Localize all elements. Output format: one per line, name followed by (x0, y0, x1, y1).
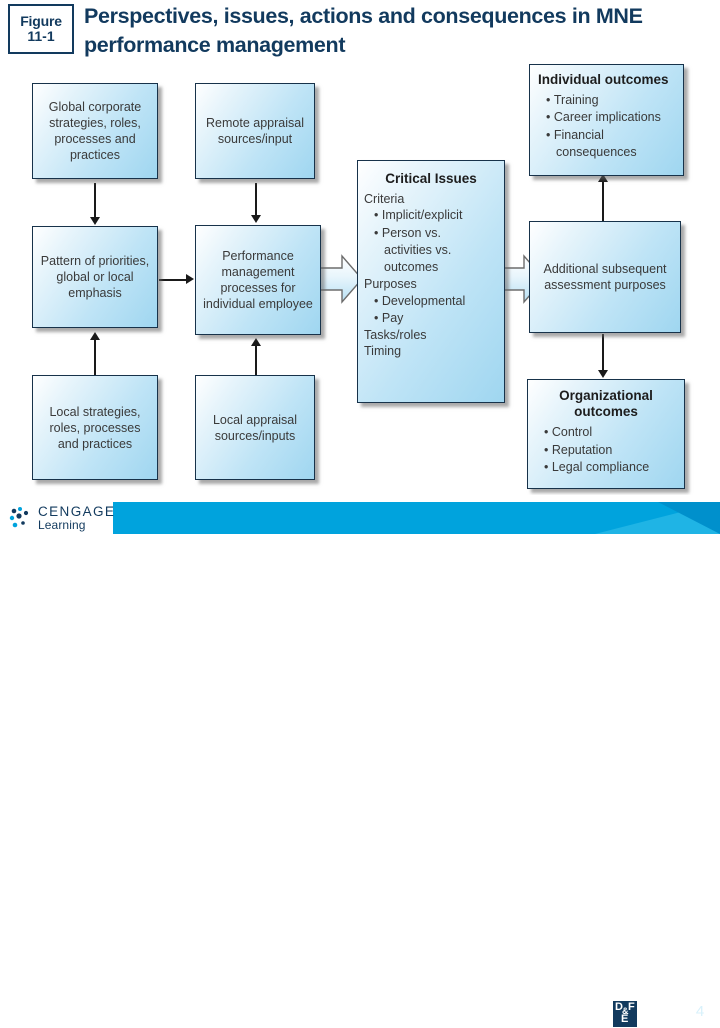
list-item-label: Implicit/explicit (381, 208, 463, 223)
box-local-strategies[interactable]: Local strategies, roles, processes and p… (32, 375, 158, 480)
list-item: • Control (544, 424, 678, 440)
cengage-brand-line2: Learning (38, 518, 86, 533)
box-organizational-outcomes[interactable]: Organizational outcomes • Control • Repu… (527, 379, 685, 489)
footer-triangle-dark (658, 502, 720, 534)
bullet-icon: • (546, 110, 554, 125)
diagram-canvas: Global corporate strategies, roles, proc… (0, 0, 720, 495)
box-local-appraisal-sources[interactable]: Local appraisal sources/inputs (195, 375, 315, 480)
bullet-icon: • (374, 310, 382, 325)
cengage-brand-line1: CENGAGE (38, 504, 116, 519)
box-remote-appraisal-sources[interactable]: Remote appraisal sources/input (195, 83, 315, 179)
list-item-label: Legal compliance (551, 459, 650, 474)
arrowhead-localappraisal-to-performance (251, 338, 261, 346)
critical-issues-purposes-label: Purposes (364, 277, 417, 292)
list-item-label: Reputation (551, 442, 613, 457)
arrowhead-local-to-pattern (90, 332, 100, 340)
organizational-outcomes-heading-line2: outcomes (574, 404, 638, 420)
arrowhead-additional-to-organizational (598, 370, 608, 378)
footer-color-bar (113, 502, 720, 534)
individual-outcomes-list: • Training • Career implications • Finan… (530, 92, 683, 161)
page-footer: CENGAGE Learning D & F E 4 (0, 495, 720, 1028)
box-global-corporate-strategies[interactable]: Global corporate strategies, roles, proc… (32, 83, 158, 179)
box-local-strategies-text: Local strategies, roles, processes and p… (49, 404, 141, 451)
list-item: • Implicit/explicit (374, 207, 498, 223)
critical-issues-criteria-label: Criteria (364, 192, 405, 207)
list-item-label: Financial (553, 127, 604, 142)
critical-issues-purposes-list: • Developmental • Pay (358, 293, 504, 328)
individual-outcomes-heading: Individual outcomes (538, 72, 669, 87)
arrowhead-pattern-to-performance (186, 274, 194, 284)
box-remote-appraisal-text: Remote appraisal sources/input (206, 116, 304, 146)
connector-remote-to-performance (255, 183, 257, 217)
connector-global-to-pattern (94, 183, 96, 219)
organizational-outcomes-list: • Control • Reputation • Legal complianc… (528, 424, 684, 476)
critical-issues-heading: Critical Issues (385, 171, 477, 186)
dfe-logo: D & F E (613, 1001, 663, 1028)
critical-issues-criteria-list: • Implicit/explicit • Person vs. activit… (358, 207, 504, 276)
connector-pattern-to-performance (159, 279, 189, 281)
arrowhead-global-to-pattern (90, 217, 100, 225)
box-local-appraisal-text: Local appraisal sources/inputs (212, 412, 298, 443)
bullet-icon: • (544, 459, 552, 474)
bullet-icon: • (546, 127, 554, 142)
box-global-corporate-text: Global corporate strategies, roles, proc… (48, 100, 142, 162)
box-additional-subsequent-assessment[interactable]: Additional subsequent assessment purpose… (529, 221, 681, 333)
dfe-letter-e: E (621, 1013, 629, 1025)
dfe-bars-icon (638, 1003, 662, 1028)
list-item-label: Person vs. (381, 225, 441, 240)
box-additional-subsequent-text: Additional subsequent assessment purpose… (543, 262, 667, 292)
box-performance-management-processes[interactable]: Performance management processes for ind… (195, 225, 321, 335)
list-item: • Pay (374, 310, 498, 326)
page-number: 4 (695, 1003, 705, 1020)
list-item-continuation: outcomes (384, 260, 439, 275)
critical-issues-timing: Timing (364, 344, 402, 359)
list-item-continuation: activities vs. (384, 242, 452, 257)
critical-issues-tasks-roles: Tasks/roles (364, 328, 427, 343)
bullet-icon: • (374, 293, 382, 308)
list-item: • Developmental (374, 293, 498, 309)
connector-local-to-pattern (94, 340, 96, 376)
organizational-outcomes-heading-line1: Organizational (559, 388, 653, 403)
list-item: • Career implications (546, 109, 677, 125)
list-item-continuation: consequences (556, 144, 637, 159)
list-item-label: Developmental (381, 293, 466, 308)
list-item: • Reputation (544, 442, 678, 458)
cengage-logo: CENGAGE Learning (6, 503, 114, 535)
list-item-label: Career implications (553, 110, 661, 125)
bullet-icon: • (374, 208, 382, 223)
list-item: • Training (546, 92, 677, 108)
box-pattern-text: Pattern of priorities, global or local e… (40, 254, 150, 300)
box-performance-mgmt-text: Performance management processes for ind… (203, 249, 313, 311)
list-item-label: Training (553, 93, 599, 108)
bullet-icon: • (544, 442, 552, 457)
box-individual-outcomes[interactable]: Individual outcomes • Training • Career … (529, 64, 684, 176)
bullet-icon: • (546, 93, 554, 108)
list-item: • Person vs. (374, 225, 498, 241)
dfe-logo-block: D & F E (613, 1001, 637, 1027)
connector-additional-to-organizational (602, 334, 604, 372)
list-item-label: Pay (381, 310, 404, 325)
list-item: • Legal compliance (544, 459, 678, 475)
bullet-icon: • (374, 225, 382, 240)
dfe-letter-f: F (628, 1001, 635, 1013)
arrowhead-remote-to-performance (251, 215, 261, 223)
connector-additional-to-individual (602, 182, 604, 226)
list-item: • Financial (546, 127, 677, 143)
cengage-wordmark: CENGAGE Learning (38, 504, 116, 533)
bullet-icon: • (544, 425, 552, 440)
cengage-swirl-icon (9, 507, 29, 528)
box-pattern-of-priorities[interactable]: Pattern of priorities, global or local e… (32, 226, 158, 328)
box-critical-issues[interactable]: Critical Issues Criteria • Implicit/expl… (357, 160, 505, 403)
list-item-label: Control (551, 425, 593, 440)
